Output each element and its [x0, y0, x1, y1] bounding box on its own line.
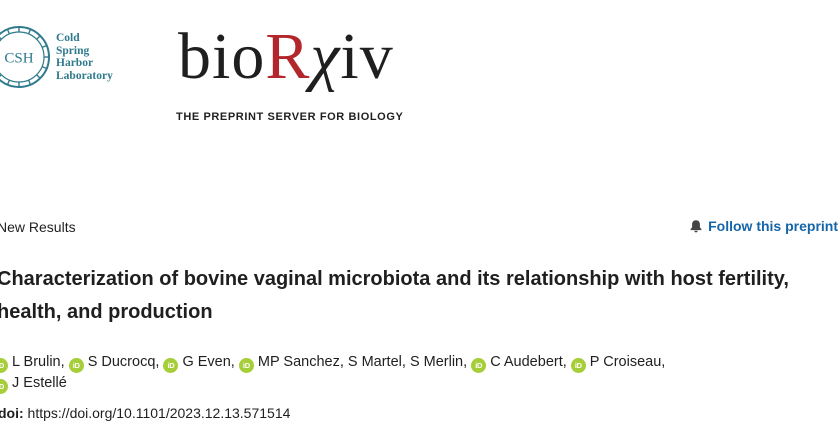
author-name: S Merlin,: [409, 354, 468, 370]
author-name: C Audebert,: [490, 354, 567, 370]
author-item[interactable]: iD L Brulin,: [0, 354, 65, 373]
orcid-icon[interactable]: iD: [0, 358, 8, 373]
author-name: S Martel,: [347, 354, 406, 370]
article-category: New Results: [0, 219, 76, 235]
csh-seal-icon: CSH: [0, 26, 50, 88]
orcid-icon[interactable]: iD: [238, 358, 254, 373]
logo-bio: bio: [178, 20, 266, 93]
bell-icon: [690, 220, 702, 233]
csh-line: Spring: [56, 44, 90, 57]
orcid-icon[interactable]: iD: [570, 358, 586, 373]
orcid-icon[interactable]: iD: [68, 358, 84, 373]
article-title: Characterization of bovine vaginal micro…: [0, 268, 789, 323]
doi-link[interactable]: https://doi.org/10.1101/2023.12.13.57151…: [28, 405, 291, 421]
doi-label: doi:: [0, 405, 24, 421]
biorxiv-logo[interactable]: bioRχiv: [178, 22, 394, 92]
doi-line: doi: https://doi.org/10.1101/2023.12.13.…: [0, 405, 290, 421]
author-list: iDL Brulin, iDS Ducrocq, iDG Even, iDMP …: [0, 352, 813, 394]
author-item[interactable]: S Martel,: [348, 354, 406, 370]
author-name: MP Sanchez,: [257, 354, 344, 370]
orcid-icon[interactable]: iD: [471, 358, 487, 373]
tagline: THE PREPRINT SERVER FOR BIOLOGY: [176, 111, 404, 123]
logo-iv: iv: [340, 20, 394, 93]
csh-line: Harbor: [56, 57, 94, 69]
csh-line: Cold: [56, 32, 80, 44]
author-item[interactable]: iD C Audebert,: [471, 354, 567, 373]
follow-preprint-label: Follow this preprint: [708, 218, 838, 234]
logo-r: R: [265, 20, 311, 93]
author-item[interactable]: iD P Croiseau,: [570, 354, 666, 373]
author-name: P Croiseau,: [589, 354, 666, 370]
orcid-icon[interactable]: iD: [0, 379, 8, 394]
author-name: J Estellé: [12, 375, 67, 391]
csh-wordmark: Cold Spring Harbor Laboratory: [56, 32, 113, 82]
author-item[interactable]: S Merlin,: [410, 354, 467, 370]
author-item[interactable]: iD MP Sanchez,: [238, 354, 344, 373]
author-item[interactable]: iD G Even,: [163, 354, 235, 373]
site-header: CSH Cold Spring Harbor Laboratory bioRχi…: [0, 0, 840, 150]
csh-line: Laboratory: [56, 69, 113, 82]
csh-logo[interactable]: CSH Cold Spring Harbor Laboratory: [0, 22, 146, 92]
author-name: L Brulin,: [12, 354, 65, 370]
logo-chi: χ: [310, 20, 341, 93]
author-item[interactable]: iD S Ducrocq,: [68, 354, 160, 373]
follow-preprint-button[interactable]: Follow this preprint: [689, 218, 838, 234]
author-name: S Ducrocq,: [87, 354, 160, 370]
csh-seal-text: CSH: [4, 51, 33, 67]
author-name: G Even,: [182, 354, 235, 370]
author-item[interactable]: iD J Estellé: [0, 375, 67, 394]
orcid-icon[interactable]: iD: [163, 358, 179, 373]
